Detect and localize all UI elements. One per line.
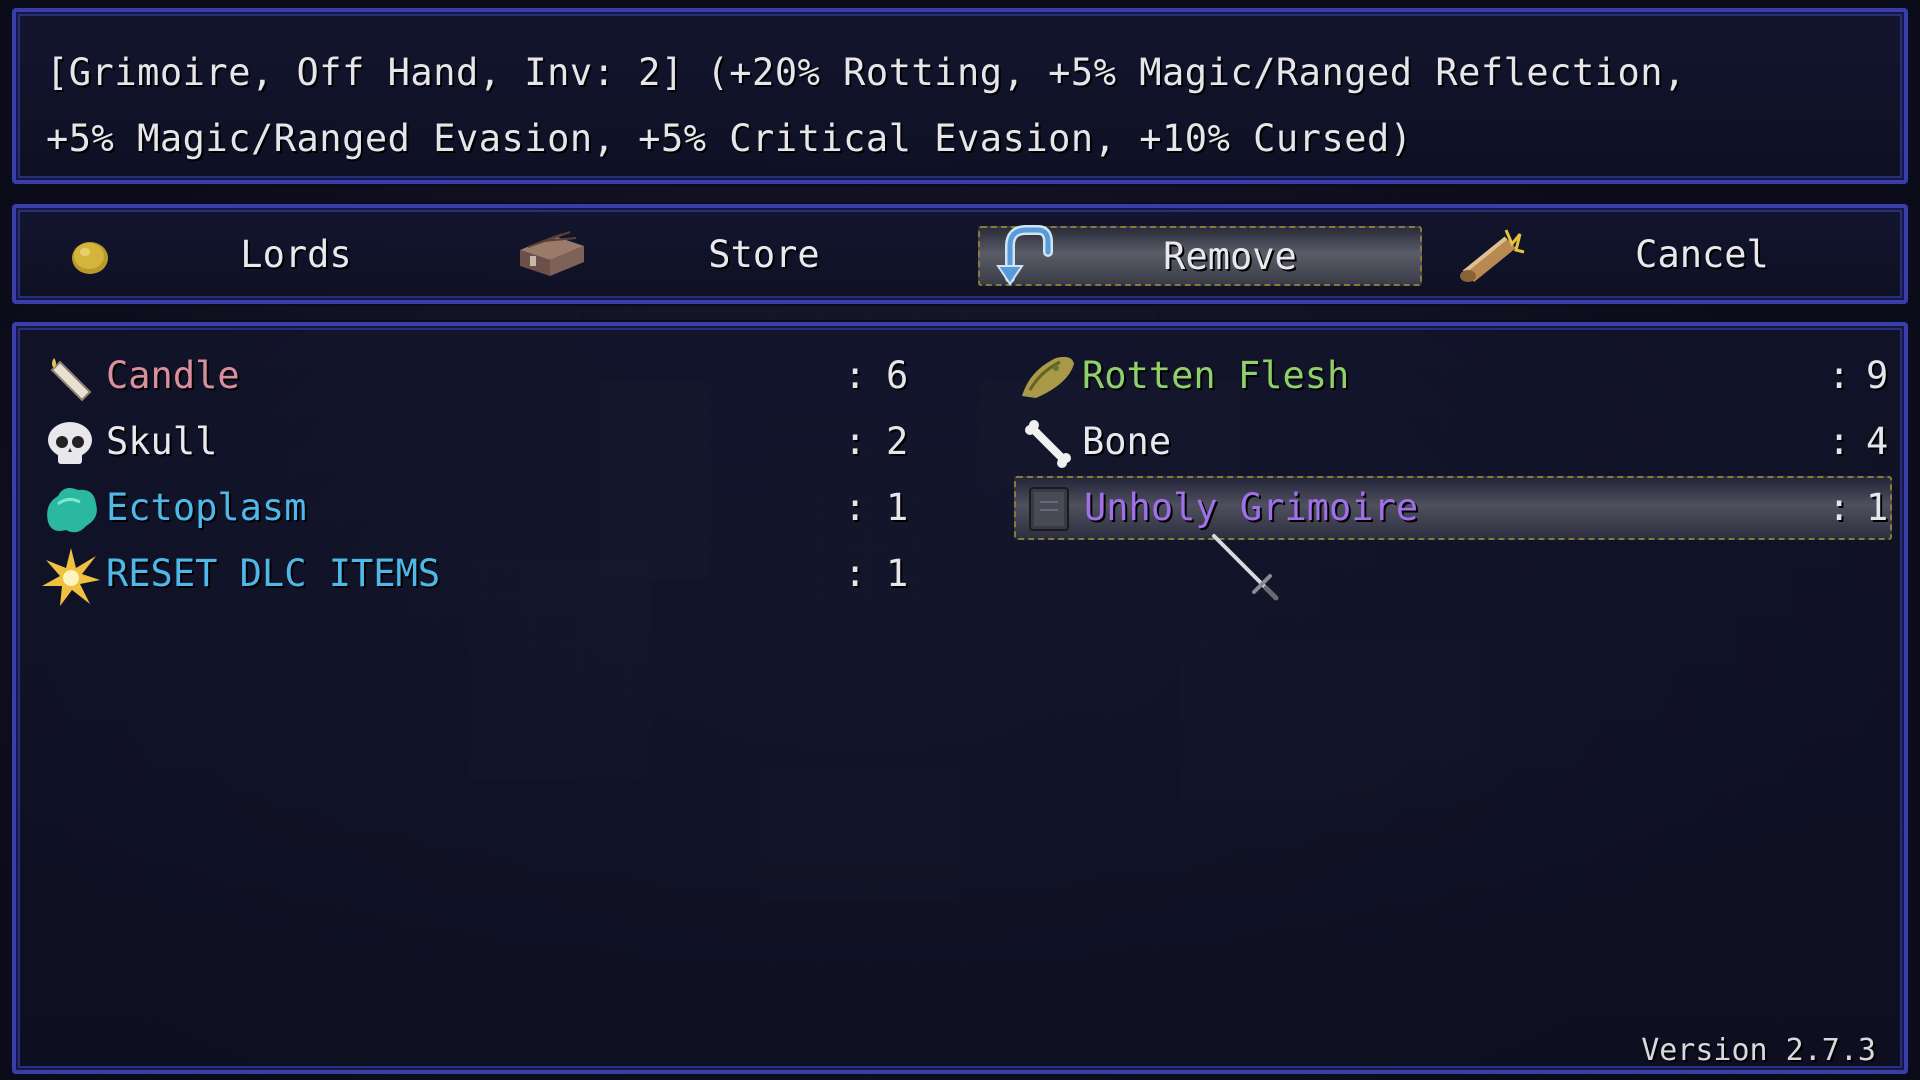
qty-separator: : — [1828, 486, 1851, 529]
item-qty: 4 — [1866, 420, 1889, 463]
version-label: Version 2.7.3 — [1641, 1033, 1876, 1068]
store-command[interactable]: Store — [514, 226, 954, 282]
game-screen: [Grimoire, Off Hand, Inv: 2] (+20% Rotti… — [0, 0, 1920, 1080]
gold-coin-icon — [72, 242, 108, 274]
item-name: Unholy Grimoire — [1084, 486, 1419, 529]
candle-icon — [50, 358, 92, 402]
bone-icon — [1025, 420, 1071, 468]
item-qty: 1 — [886, 552, 909, 595]
list-item-skull[interactable]: Skull : 2 — [38, 412, 908, 472]
item-description-panel: [Grimoire, Off Hand, Inv: 2] (+20% Rotti… — [12, 8, 1908, 184]
return-arrow-icon — [996, 225, 1053, 286]
item-qty: 9 — [1866, 354, 1889, 397]
item-qty: 1 — [886, 486, 909, 529]
scroll-icon — [1460, 229, 1525, 282]
item-qty: 6 — [886, 354, 909, 397]
list-item-candle[interactable]: Candle : 6 — [38, 346, 908, 406]
qty-separator: : — [844, 354, 867, 397]
remove-label: Remove — [1163, 234, 1297, 278]
grimoire-icon — [1029, 487, 1069, 531]
inventory-list: Candle : 6 Rotten Flesh : 9 Skull: 2 Bo… — [12, 322, 1908, 1074]
description-line-1: [Grimoire, Off Hand, Inv: 2] (+20% Rotti… — [46, 51, 1686, 94]
sword-cursor-icon — [1212, 534, 1279, 601]
qty-separator: : — [844, 486, 867, 529]
item-qty: 2 — [886, 420, 909, 463]
list-item-rotten-flesh[interactable]: Rotten Flesh : 9 — [1014, 346, 1888, 406]
remove-command[interactable]: Remove — [978, 225, 1422, 286]
lords-command[interactable]: Lords — [46, 226, 486, 282]
item-qty: 1 — [1866, 486, 1889, 529]
qty-separator: : — [844, 552, 867, 595]
list-item-bone[interactable]: Bone : 4 — [1014, 412, 1888, 472]
cancel-command[interactable]: Cancel — [1452, 226, 1892, 282]
rotten-flesh-icon — [1022, 356, 1074, 398]
item-name: Rotten Flesh — [1082, 354, 1350, 397]
ectoplasm-icon — [47, 488, 97, 533]
item-name: RESET DLC ITEMS — [106, 552, 441, 595]
item-description: [Grimoire, Off Hand, Inv: 2] (+20% Rotti… — [46, 40, 1876, 172]
description-line-2: +5% Magic/Ranged Evasion, +5% Critical E… — [46, 117, 1413, 160]
store-label: Store — [708, 232, 820, 276]
item-name: Candle — [106, 354, 240, 397]
cancel-label: Cancel — [1635, 232, 1769, 276]
list-item-reset-dlc-items[interactable]: RESET DLC ITEMS : 1 — [38, 544, 909, 606]
qty-separator: : — [1828, 420, 1851, 463]
item-name: Ectoplasm — [106, 486, 307, 529]
lords-label: Lords — [240, 232, 352, 276]
qty-separator: : — [844, 420, 867, 463]
skull-icon — [48, 422, 92, 464]
list-item-ectoplasm[interactable]: Ectoplasm : 1 — [38, 478, 908, 538]
list-item-unholy-grimoire[interactable]: Unholy Grimoire : 1 — [1014, 476, 1892, 540]
burst-icon — [42, 548, 100, 606]
item-name: Bone — [1082, 420, 1172, 463]
chest-icon — [520, 231, 584, 276]
command-menu: Lords Store Remove Cancel — [12, 204, 1908, 304]
qty-separator: : — [1828, 354, 1851, 397]
item-name: Skull — [106, 420, 218, 463]
